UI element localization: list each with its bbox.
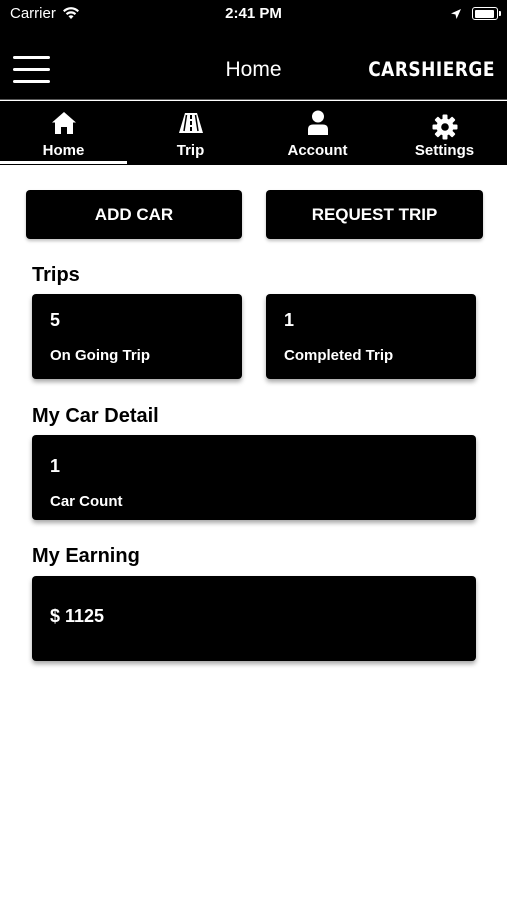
- completed-trip-count: 1: [284, 310, 295, 330]
- status-bar: Carrier 2:41 PM: [0, 0, 507, 30]
- ongoing-trip-count: 5: [50, 310, 61, 330]
- tab-account-label: Account: [287, 142, 348, 159]
- tab-trip[interactable]: Trip: [127, 101, 254, 165]
- tab-home-label: Home: [42, 142, 85, 159]
- tab-trip-label: Trip: [176, 142, 205, 159]
- battery-icon: [472, 7, 501, 20]
- car-detail-section-title: My Car Detail: [32, 405, 159, 427]
- selected-tab-indicator: [0, 161, 127, 164]
- earning-value: $ 1125: [50, 606, 105, 626]
- tab-bar: Home Trip Account Settings: [0, 101, 507, 165]
- trips-section-title: Trips: [32, 264, 80, 286]
- battery-fill: [474, 9, 494, 18]
- ongoing-trip-card[interactable]: 5 On Going Trip: [32, 294, 242, 379]
- request-trip-button[interactable]: REQUEST TRIP: [266, 190, 483, 239]
- car-count-card[interactable]: 1 Car Count: [32, 435, 476, 520]
- tab-settings[interactable]: Settings: [381, 101, 507, 165]
- nav-bar: Home CARSHIERGE: [0, 30, 507, 99]
- earning-card[interactable]: $ 1125: [32, 576, 476, 661]
- car-count-value: 1: [50, 456, 61, 476]
- user-icon: [254, 109, 381, 137]
- add-car-button[interactable]: ADD CAR: [26, 190, 242, 239]
- gear-icon: [381, 113, 507, 141]
- tab-account[interactable]: Account: [254, 101, 381, 165]
- status-time: 2:41 PM: [225, 5, 282, 22]
- ongoing-trip-label: On Going Trip: [50, 347, 150, 364]
- completed-trip-label: Completed Trip: [284, 347, 394, 364]
- car-count-label: Car Count: [50, 493, 123, 510]
- earning-section-title: My Earning: [32, 545, 140, 567]
- brand-logo: CARSHIERGE: [368, 58, 495, 82]
- road-icon: [127, 109, 254, 137]
- completed-trip-card[interactable]: 1 Completed Trip: [266, 294, 476, 379]
- location-arrow-icon: [450, 7, 462, 24]
- home-icon: [0, 109, 127, 137]
- tab-home[interactable]: Home: [0, 101, 127, 165]
- tab-settings-label: Settings: [414, 142, 475, 159]
